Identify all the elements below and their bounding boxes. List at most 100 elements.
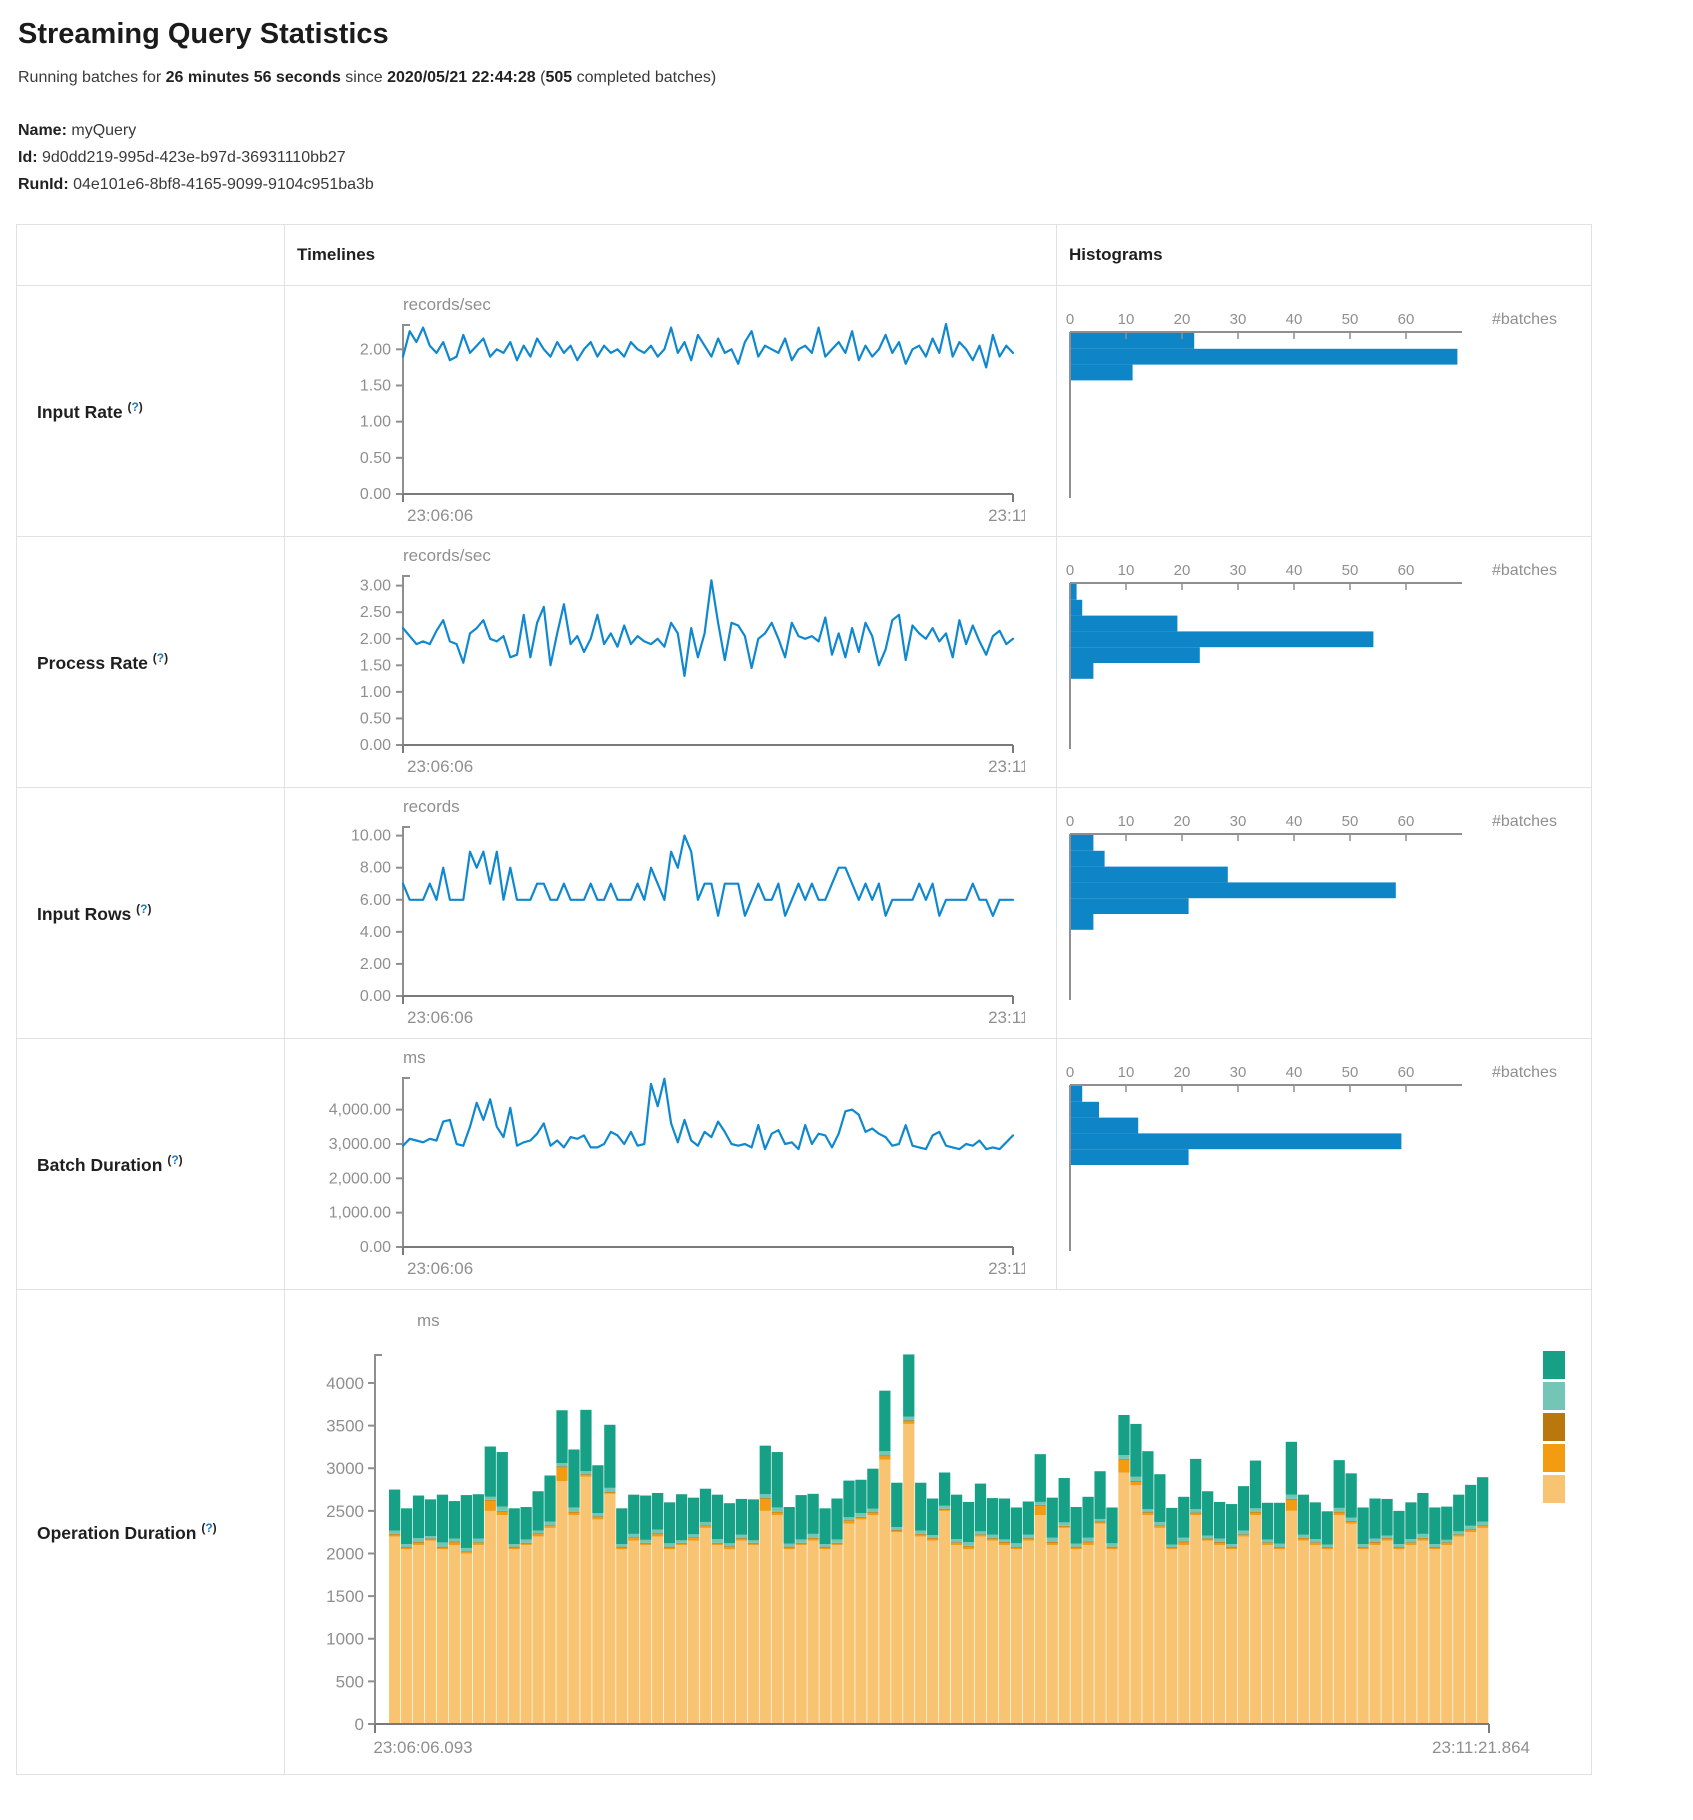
process-rate-timeline-chart: records/sec0.000.501.001.502.002.503.002…	[285, 545, 1025, 785]
svg-text:30: 30	[1230, 1064, 1247, 1081]
svg-text:60: 60	[1398, 562, 1415, 579]
running-batches-summary: Running batches for 26 minutes 56 second…	[18, 69, 1693, 87]
svg-text:ms: ms	[417, 1311, 440, 1330]
svg-text:60: 60	[1398, 1064, 1415, 1081]
svg-text:0.50: 0.50	[360, 449, 391, 466]
query-runid-label: RunId:	[18, 176, 69, 193]
table-header-row: Timelines Histograms	[17, 225, 1592, 286]
svg-text:records/sec: records/sec	[403, 295, 491, 314]
input-rows-help-icon[interactable]: (?)	[136, 902, 151, 916]
svg-text:30: 30	[1230, 311, 1247, 328]
input-rows-timeline-cell: records0.002.004.006.008.0010.0023:06:06…	[285, 788, 1057, 1039]
svg-text:records: records	[403, 797, 460, 816]
svg-text:3000: 3000	[326, 1459, 364, 1478]
summary-prefix: Running batches for	[18, 69, 166, 86]
input-rows-label: Input Rows	[37, 903, 131, 923]
input-rate-histogram-chart: 0102030405060#batches	[1057, 308, 1590, 523]
process-rate-help-icon[interactable]: (?)	[153, 651, 168, 665]
summary-mid: since	[341, 69, 387, 86]
svg-text:2,000.00: 2,000.00	[329, 1170, 391, 1187]
svg-text:3.00: 3.00	[360, 577, 391, 594]
svg-text:60: 60	[1398, 813, 1415, 830]
svg-text:0: 0	[1066, 562, 1074, 579]
svg-text:4.00: 4.00	[360, 923, 391, 940]
operation-duration-row: Operation Duration (?) ms050010001500200…	[17, 1290, 1592, 1775]
svg-text:0: 0	[355, 1715, 364, 1734]
process-rate-histogram-cell: 0102030405060#batches	[1057, 537, 1592, 788]
svg-text:0.50: 0.50	[360, 710, 391, 727]
svg-text:20: 20	[1174, 813, 1191, 830]
query-id-line: Id: 9d0dd219-995d-423e-b97d-36931110bb27	[18, 144, 1693, 171]
svg-text:1000: 1000	[326, 1630, 364, 1649]
batch-duration-help-icon[interactable]: (?)	[167, 1153, 182, 1167]
query-name-line: Name: myQuery	[18, 117, 1693, 144]
legend-queryplanning-swatch	[1543, 1382, 1565, 1410]
svg-text:23:11:21: 23:11:21	[988, 1259, 1025, 1278]
process-rate-label-cell: Process Rate (?)	[17, 537, 285, 788]
legend-addbatch-swatch	[1543, 1475, 1565, 1503]
input-rows-timeline-chart: records0.002.004.006.008.0010.0023:06:06…	[285, 796, 1025, 1036]
operation-duration-stacked-chart: ms0500100015002000250030003500400023:06:…	[285, 1294, 1590, 1766]
svg-text:23:11:21: 23:11:21	[988, 1008, 1025, 1027]
svg-text:2000: 2000	[326, 1544, 364, 1563]
batch-duration-label-cell: Batch Duration (?)	[17, 1039, 285, 1290]
svg-text:4000: 4000	[326, 1374, 364, 1393]
svg-text:records/sec: records/sec	[403, 546, 491, 565]
legend-latestoffset-swatch	[1543, 1413, 1565, 1441]
svg-text:23:06:06: 23:06:06	[407, 1008, 473, 1027]
svg-text:10: 10	[1118, 311, 1135, 328]
svg-text:1.00: 1.00	[360, 683, 391, 700]
svg-text:0.00: 0.00	[360, 486, 391, 503]
input-rate-histogram-cell: 0102030405060#batches	[1057, 286, 1592, 537]
batch-duration-timeline-cell: ms0.001,000.002,000.003,000.004,000.0023…	[285, 1039, 1057, 1290]
svg-text:50: 50	[1342, 562, 1359, 579]
batch-duration-timeline-chart: ms0.001,000.002,000.003,000.004,000.0023…	[285, 1047, 1025, 1287]
svg-text:#batches: #batches	[1492, 813, 1557, 830]
svg-text:40: 40	[1286, 1064, 1303, 1081]
summary-duration: 26 minutes 56 seconds	[166, 69, 341, 86]
svg-text:2.00: 2.00	[360, 341, 391, 358]
input-rate-label-cell: Input Rate (?)	[17, 286, 285, 537]
svg-text:20: 20	[1174, 311, 1191, 328]
svg-text:0.00: 0.00	[360, 1239, 391, 1256]
input-rate-timeline-cell: records/sec0.000.501.001.502.0023:06:062…	[285, 286, 1057, 537]
operation-duration-label-cell: Operation Duration (?)	[17, 1290, 285, 1775]
process-rate-row: Process Rate (?) records/sec 0.00 0.50 1.00…	[17, 537, 1592, 788]
svg-text:0.00: 0.00	[360, 737, 391, 754]
process-rate-label: Process Rate	[37, 652, 148, 672]
svg-text:0: 0	[1066, 1064, 1074, 1081]
svg-text:23:11:21: 23:11:21	[988, 506, 1025, 525]
summary-start-time: 2020/05/21 22:44:28	[387, 69, 536, 86]
summary-batch-count: 505	[545, 69, 572, 86]
svg-text:30: 30	[1230, 813, 1247, 830]
batch-duration-histogram-cell: 0102030405060#batches	[1057, 1039, 1592, 1290]
svg-text:#batches: #batches	[1492, 1064, 1557, 1081]
svg-text:4,000.00: 4,000.00	[329, 1101, 391, 1118]
input-rate-row: Input Rate (?) records/sec0.000.501.001.…	[17, 286, 1592, 537]
summary-suffix: completed batches)	[572, 69, 716, 86]
query-name-label: Name:	[18, 122, 67, 139]
operation-duration-label: Operation Duration	[37, 1522, 196, 1542]
query-runid-value: 04e101e6-8bf8-4165-9099-9104c951ba3b	[73, 176, 374, 193]
svg-text:50: 50	[1342, 1064, 1359, 1081]
svg-text:1.50: 1.50	[360, 377, 391, 394]
svg-text:3500: 3500	[326, 1417, 364, 1436]
query-runid-line: RunId: 04e101e6-8bf8-4165-9099-9104c951b…	[18, 171, 1693, 198]
svg-text:50: 50	[1342, 311, 1359, 328]
svg-text:23:06:06: 23:06:06	[407, 506, 473, 525]
legend-walcommit-swatch	[1543, 1351, 1565, 1379]
batch-duration-label: Batch Duration	[37, 1154, 162, 1174]
svg-text:0.00: 0.00	[360, 988, 391, 1005]
process-rate-timeline-cell: records/sec0.000.501.001.502.002.503.002…	[285, 537, 1057, 788]
svg-text:23:06:06.093: 23:06:06.093	[373, 1738, 472, 1757]
process-rate-histogram-chart: 0102030405060#batches	[1057, 559, 1590, 774]
input-rate-help-icon[interactable]: (?)	[127, 400, 142, 414]
header-empty-cell	[17, 225, 285, 286]
svg-text:2.00: 2.00	[360, 955, 391, 972]
svg-text:2500: 2500	[326, 1502, 364, 1521]
svg-text:500: 500	[336, 1672, 364, 1691]
operation-duration-help-icon[interactable]: (?)	[201, 1521, 216, 1535]
statistics-table: Timelines Histograms Input Rate (?) reco…	[16, 224, 1592, 1775]
batch-duration-row: Batch Duration (?) ms0.001,000.002,000.0…	[17, 1039, 1592, 1290]
svg-text:50: 50	[1342, 813, 1359, 830]
